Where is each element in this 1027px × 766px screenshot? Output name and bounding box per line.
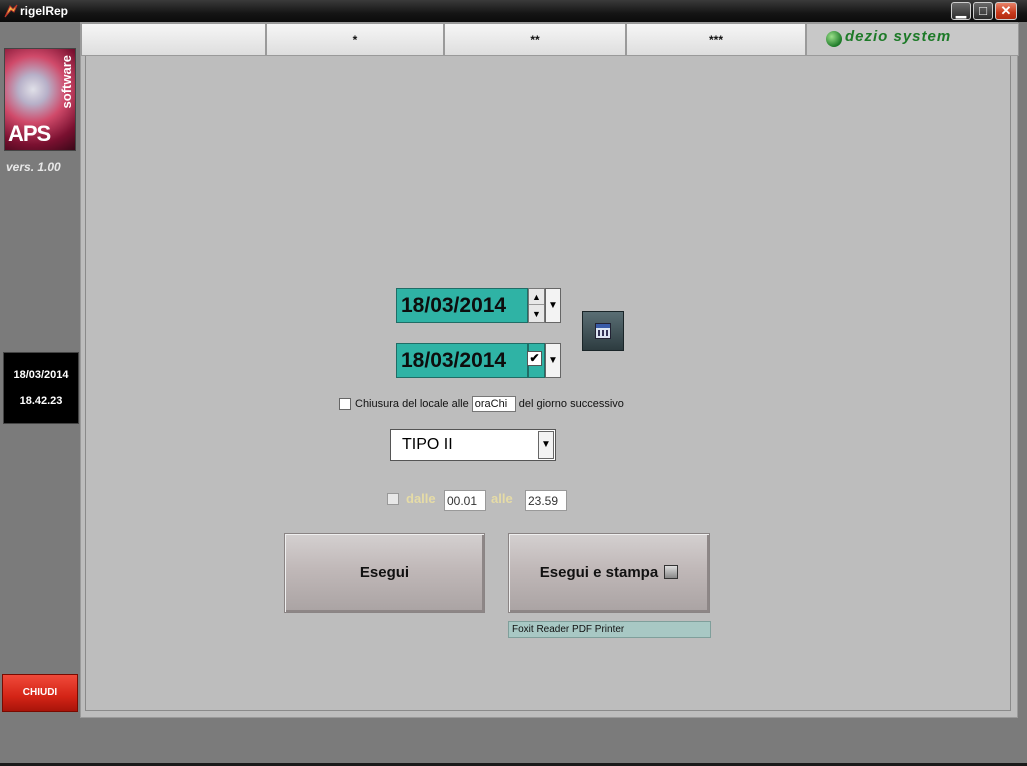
tab-two-star[interactable]: ** [444, 23, 626, 56]
run-print-button-label: Esegui e stampa [539, 564, 659, 581]
clock-date: 18/03/2014 [13, 369, 69, 381]
time-to-label: alle [491, 491, 513, 506]
clock-panel: 18/03/2014 18.42.23 [3, 352, 79, 424]
date-to-value: 18/03/2014 [401, 349, 507, 372]
tab-one-star[interactable]: * [266, 23, 444, 56]
printer-name-field[interactable]: Foxit Reader PDF Printer [508, 621, 711, 638]
printer-icon [664, 565, 679, 579]
content-frame: 18/03/2014 ▲ ▼ ▼ 18/03/2014 ✔ ▼ Chiusura… [85, 56, 1011, 711]
date-from-dropdown[interactable]: ▼ [545, 288, 561, 323]
date-from-value: 18/03/2014 [401, 294, 507, 317]
spin-down-icon[interactable]: ▼ [529, 306, 544, 322]
closing-prefix-label: Chiusura del locale alle [355, 397, 469, 410]
closing-checkbox[interactable] [339, 398, 351, 410]
title-bar[interactable]: rigelRep ▁ □ ✕ [0, 0, 1027, 22]
type-select-dropdown[interactable]: ▼ [538, 431, 554, 459]
main-panel: * ** *** dezio system 18/03/2014 ▲ ▼ ▼ 1… [80, 22, 1019, 718]
tab-blank[interactable] [81, 23, 266, 56]
tab-bar: * ** *** dezio system [81, 23, 1019, 56]
clock-time: 18.42.23 [19, 395, 63, 407]
run-print-button[interactable]: Esegui e stampa [508, 533, 710, 613]
maximize-button[interactable]: □ [973, 2, 993, 20]
date-from-spinner[interactable]: ▲ ▼ [528, 288, 545, 323]
time-to-input[interactable]: 23.59 [525, 490, 567, 511]
chiudi-button[interactable]: CHIUDI [2, 674, 78, 712]
globe-icon [826, 31, 842, 47]
time-from-input[interactable]: 00.01 [444, 490, 486, 511]
app-window: rigelRep ▁ □ ✕ APS software vers. 1.00 1… [0, 0, 1027, 766]
run-button[interactable]: Esegui [284, 533, 485, 613]
version-label: vers. 1.00 [6, 160, 61, 174]
aps-software-logo: APS software [4, 48, 76, 151]
minimize-icon: ▁ [956, 3, 966, 18]
closing-suffix-label: del giorno successivo [518, 397, 624, 410]
minimize-button[interactable]: ▁ [951, 2, 971, 20]
chevron-down-icon: ▼ [548, 355, 558, 366]
time-from-label: dalle [406, 491, 436, 506]
status-bar [0, 718, 1027, 766]
time-range-checkbox[interactable] [387, 493, 399, 505]
calendar-icon [595, 323, 611, 339]
type-select-value: TIPO II [402, 436, 453, 453]
logo-software-text: software [59, 55, 74, 109]
maximize-icon: □ [979, 3, 987, 18]
logo-aps-text: APS [8, 121, 51, 146]
closing-row: Chiusura del locale alle oraChi del giorno… [339, 396, 624, 412]
date-from-picker[interactable]: 18/03/2014 [396, 288, 528, 323]
date-to-picker[interactable]: 18/03/2014 [396, 343, 528, 378]
calendar-button[interactable] [582, 311, 624, 351]
brand-logo: dezio system [845, 28, 952, 45]
date-to-checkbox[interactable]: ✔ [527, 351, 542, 366]
check-icon: ✔ [529, 351, 540, 365]
date-to-dropdown[interactable]: ▼ [545, 343, 561, 378]
type-select[interactable]: TIPO II ▼ [390, 429, 556, 461]
spin-up-icon[interactable]: ▲ [529, 289, 544, 305]
run-button-label: Esegui [359, 564, 410, 581]
app-icon [4, 4, 18, 18]
chevron-down-icon: ▼ [541, 439, 551, 450]
window-title: rigelRep [20, 4, 69, 18]
closing-time-input[interactable]: oraChi [471, 396, 516, 412]
chevron-down-icon: ▼ [548, 300, 558, 311]
tab-three-star[interactable]: *** [626, 23, 806, 56]
sidebar: APS software vers. 1.00 18/03/2014 18.42… [0, 22, 80, 722]
close-icon: ✕ [1000, 3, 1012, 18]
close-window-button[interactable]: ✕ [995, 2, 1017, 20]
